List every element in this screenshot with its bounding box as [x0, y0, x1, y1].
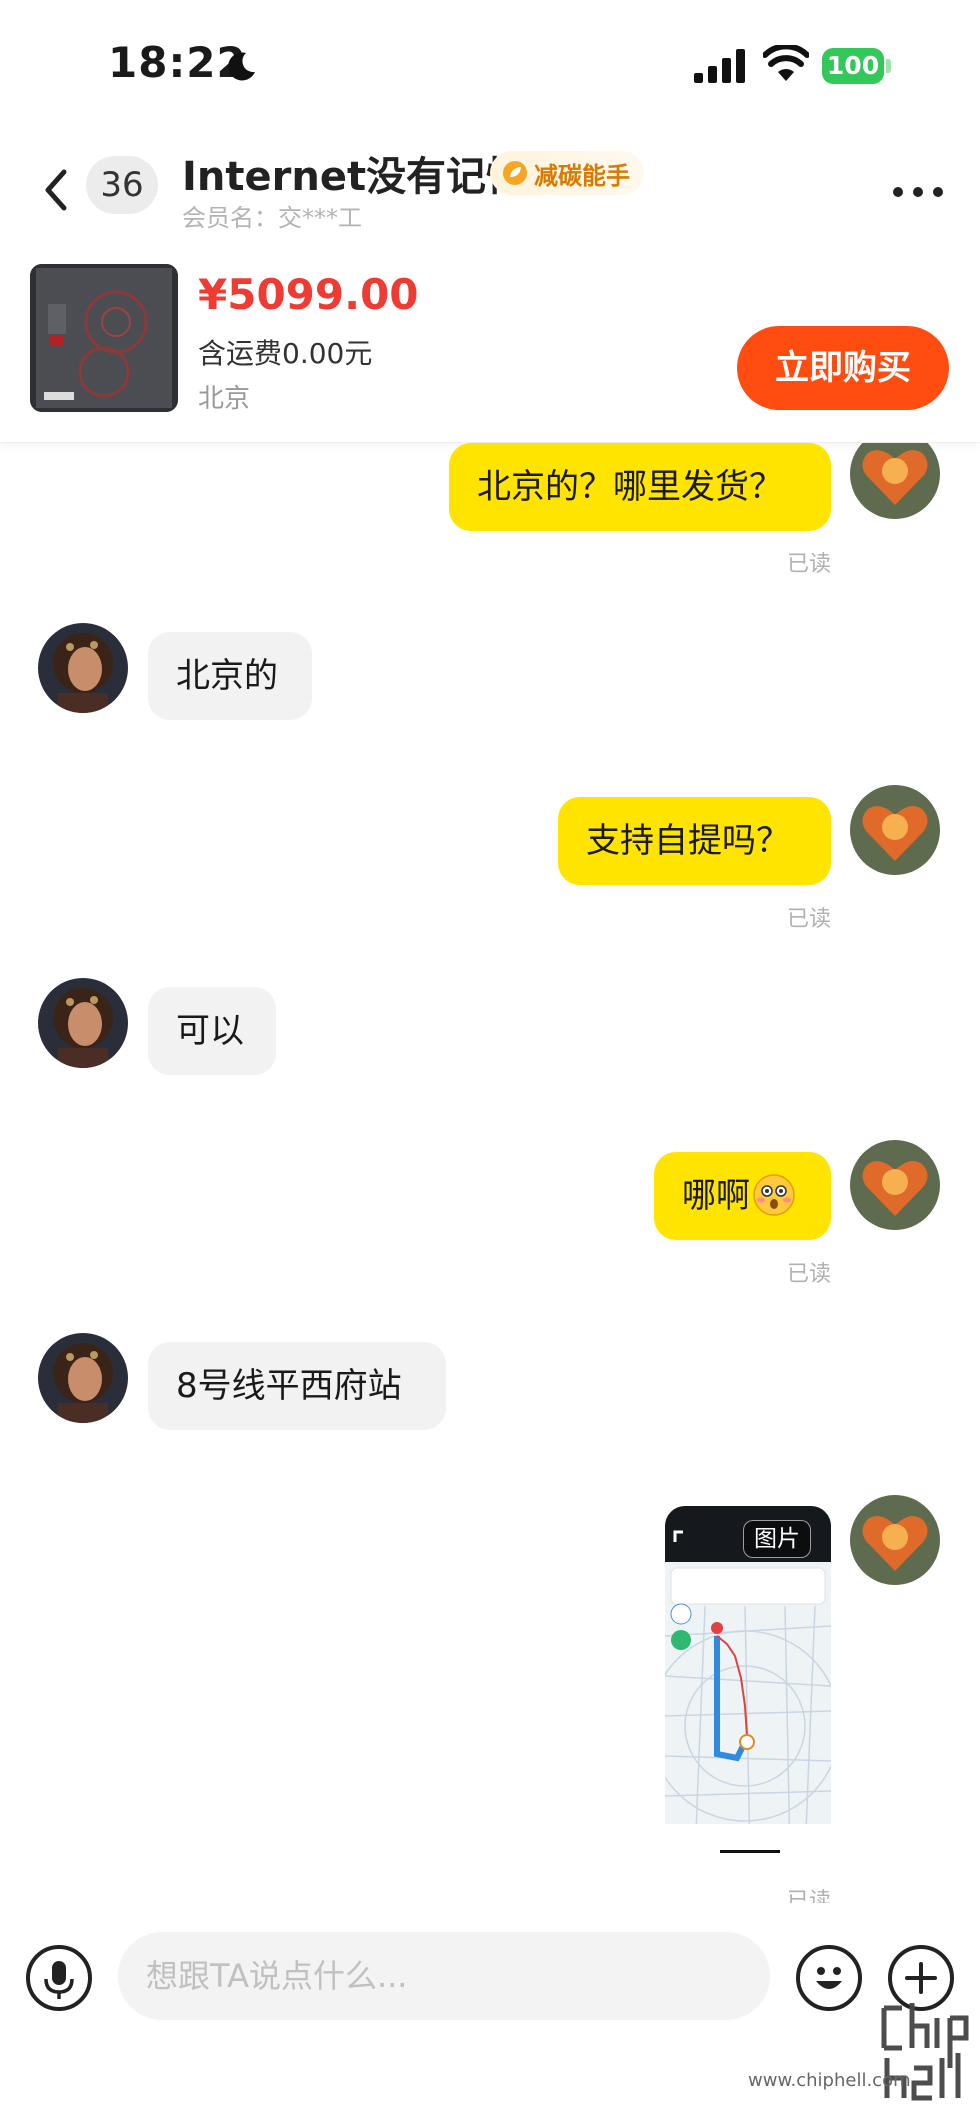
heart-avatar-image	[850, 1495, 940, 1585]
microphone-icon	[44, 1961, 74, 1999]
signal-icon	[694, 49, 745, 83]
read-status: 已读	[787, 1262, 832, 1287]
more-icon[interactable]	[890, 180, 946, 204]
incoming-message[interactable]: 可以	[148, 987, 276, 1075]
buy-now-button[interactable]: 立即购买	[737, 326, 949, 410]
contact-avatar[interactable]	[38, 978, 128, 1068]
incoming-message[interactable]: 8号线平西府站	[148, 1342, 446, 1430]
unread-count-badge[interactable]: 36	[86, 156, 158, 214]
graphics-card-image	[30, 264, 178, 412]
heart-avatar-image	[850, 1140, 940, 1230]
product-price: ¥5099.00	[198, 270, 419, 319]
leaf-icon	[503, 161, 527, 185]
read-status: 已读	[787, 907, 832, 932]
map-screenshot-image	[665, 1506, 831, 1856]
status-bar: 18:22 100	[0, 0, 980, 130]
my-avatar[interactable]	[850, 443, 940, 519]
image-tag: 图片	[743, 1520, 811, 1558]
my-avatar[interactable]	[850, 785, 940, 875]
incoming-message[interactable]: 北京的	[148, 632, 312, 720]
battery-cap	[886, 59, 891, 73]
moon-icon	[228, 52, 255, 81]
battery-indicator: 100	[822, 48, 891, 84]
message-text: 哪啊	[682, 1176, 750, 1216]
image-message[interactable]: 图片	[665, 1506, 831, 1856]
my-avatar[interactable]	[850, 1140, 940, 1230]
product-thumbnail[interactable]	[30, 264, 178, 412]
outgoing-message[interactable]: 北京的？哪里发货？	[449, 443, 831, 531]
contact-avatar[interactable]	[38, 623, 128, 713]
watermark-url: www.chiphell.com	[748, 2070, 911, 2091]
wifi-icon	[763, 45, 809, 81]
emoji-button[interactable]	[796, 1945, 862, 2011]
chiphell-logo	[881, 2003, 969, 2101]
read-status: 已读	[787, 552, 832, 577]
voice-input-button[interactable]	[26, 1945, 92, 2011]
message-list[interactable]: 北京的？哪里发货？ 已读 北京的 支持自提吗？ 已读 可以 哪啊 已读 8号线平…	[0, 443, 980, 1903]
product-location: 北京	[198, 384, 251, 414]
product-shipping: 含运费0.00元	[198, 337, 373, 370]
chat-header: 36 Internet没有记忆 减碳能手 会员名：交***工	[0, 130, 980, 260]
read-status: 已读	[787, 1889, 832, 1903]
carbon-badge-label: 减碳能手	[534, 161, 630, 190]
back-icon[interactable]	[36, 160, 76, 220]
product-card[interactable]: ¥5099.00 含运费0.00元 北京 立即购买	[0, 260, 980, 443]
woman-avatar-image	[38, 978, 128, 1068]
contact-avatar[interactable]	[38, 1333, 128, 1423]
woman-avatar-image	[38, 623, 128, 713]
member-name: 会员名：交***工	[182, 204, 362, 232]
woman-avatar-image	[38, 1333, 128, 1423]
smiley-icon	[816, 1967, 842, 1989]
my-avatar[interactable]	[850, 1495, 940, 1585]
heart-avatar-image	[850, 443, 940, 519]
message-input[interactable]	[118, 1932, 770, 2020]
outgoing-message[interactable]: 支持自提吗？	[558, 797, 831, 885]
carbon-badge[interactable]: 减碳能手	[490, 151, 644, 195]
heart-avatar-image	[850, 785, 940, 875]
outgoing-message[interactable]: 哪啊	[654, 1152, 831, 1240]
flushed-face-emoji-icon	[753, 1173, 795, 1216]
contact-name[interactable]: Internet没有记忆	[182, 144, 526, 202]
battery-level: 100	[822, 48, 884, 84]
